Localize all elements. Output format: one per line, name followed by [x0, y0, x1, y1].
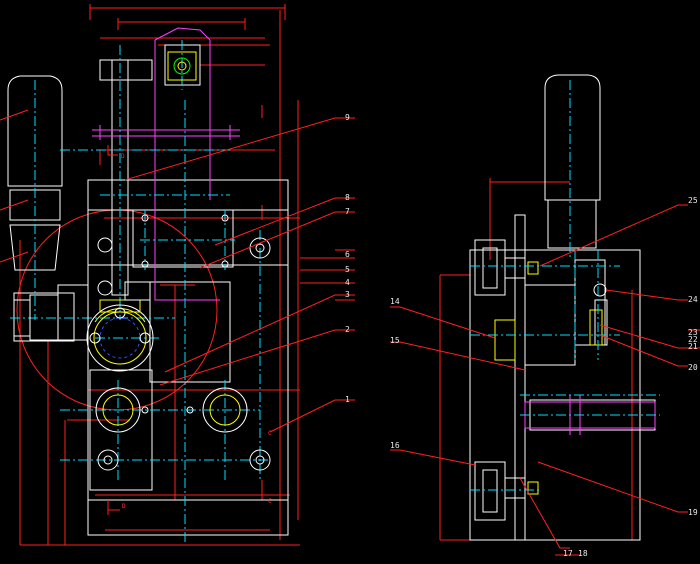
- hidden-lines: [92, 27, 240, 301]
- cad-drawing-canvas: D D C C 1 2 3 4 5 6 7 8 9 14 15 16 17 18…: [0, 4, 700, 558]
- part-label-19: 19: [688, 508, 698, 517]
- part-label-25: 25: [688, 196, 698, 205]
- side-pivot: [593, 283, 607, 297]
- section-mark-d-bottom: D: [122, 503, 126, 510]
- right-view-leaders: [390, 204, 700, 549]
- part-label-15: 15: [390, 336, 400, 345]
- part-label-9: 9: [345, 113, 350, 122]
- part-label-17: 17: [563, 549, 573, 558]
- body-outline: [13, 44, 289, 536]
- part-label-18: 18: [578, 549, 588, 558]
- section-mark-d-top: D: [121, 153, 125, 160]
- part-label-6: 6: [345, 250, 350, 259]
- part-label-5: 5: [345, 265, 350, 274]
- part-label-23: 23: [688, 328, 698, 337]
- part-label-16: 16: [390, 441, 400, 450]
- right-side-view: [439, 74, 660, 556]
- part-labels: 1 2 3 4 5 6 7 8 9 14 15 16 17 18 19 20 2…: [345, 113, 698, 558]
- section-markers: D D C C: [107, 145, 272, 511]
- part-label-24: 24: [688, 295, 698, 304]
- part-label-7: 7: [345, 207, 350, 216]
- part-label-8: 8: [345, 193, 350, 202]
- left-view-leaders: [0, 109, 355, 433]
- part-label-14: 14: [390, 297, 400, 306]
- reference-circle: [16, 209, 218, 411]
- lower-holes: [95, 214, 271, 471]
- part-label-3: 3: [345, 290, 350, 299]
- part-label-4: 4: [345, 278, 350, 287]
- section-mark-c-bottom: C: [268, 498, 272, 505]
- part-label-2: 2: [345, 325, 350, 334]
- left-front-view: D D C C: [7, 4, 300, 546]
- part-label-20: 20: [688, 363, 698, 372]
- part-label-1: 1: [345, 395, 350, 404]
